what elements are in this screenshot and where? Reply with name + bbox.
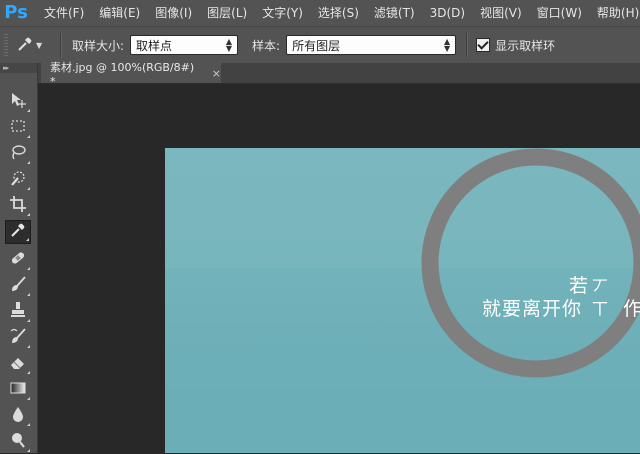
marquee-tool[interactable] [5,116,31,140]
dodge-tool[interactable] [5,430,31,454]
stamp-icon [9,301,27,323]
menu-view[interactable]: 视图(V) [480,0,522,26]
eyedropper-tool[interactable] [5,220,31,244]
bandage-icon [9,249,27,271]
crop-icon [9,195,27,217]
options-bar-grip[interactable] [4,34,8,56]
brush-tool[interactable] [5,274,31,298]
menu-bar: Ps 文件(F) 编辑(E) 图像(I) 图层(L) 文字(Y) 选择(S) 滤… [0,0,640,26]
gradient-tool[interactable] [5,378,31,402]
lasso-tool[interactable] [5,142,31,166]
divider [60,33,62,57]
canvas-text-line2-fragment: 丅 [592,299,609,318]
sample-size-select[interactable]: 取样点 ▲ ▼ [130,35,239,55]
canvas-text-line1-fragment: 丆 [592,277,609,296]
canvas-text-line2-right: 作 [623,298,640,320]
history-brush-tool[interactable] [5,326,31,350]
select-arrows-icon: ▲ ▼ [443,37,451,53]
document-tab-bar: 素材.jpg @ 100%(RGB/8#) * × [38,61,640,88]
healing-brush-tool[interactable] [5,248,31,272]
photoshop-logo: Ps [4,2,28,23]
menu-filter[interactable]: 滤镜(T) [374,0,415,26]
rect-marquee-icon [9,117,27,139]
menu-window[interactable]: 窗口(W) [537,0,582,26]
sample-size-label: 取样大小: [72,38,125,53]
chevron-down-icon: ▼ [36,40,43,50]
menu-help[interactable]: 帮助(H) [597,0,639,26]
quick-select-icon [9,169,27,191]
crop-tool[interactable] [5,194,31,218]
dodge-icon [9,431,27,453]
divider [466,33,469,57]
clone-stamp-tool[interactable] [5,300,31,324]
move-tool[interactable] [5,90,31,114]
quick-select-tool[interactable] [5,168,31,192]
close-icon[interactable]: × [212,67,221,80]
menu-edit[interactable]: 编辑(E) [99,0,140,26]
sample-size-value: 取样点 [136,38,173,53]
lasso-icon [9,143,27,165]
sample-label: 样本: [252,38,281,53]
eyedropper-icon [9,221,27,243]
tools-panel: ▸▸ [0,63,38,453]
document-tab[interactable]: 素材.jpg @ 100%(RGB/8#) * × [41,61,221,88]
canvas-text-line2: 就要离开你 [482,298,583,320]
eraser-icon [9,353,27,375]
sample-value: 所有图层 [292,38,341,53]
menu-type[interactable]: 文字(Y) [262,0,303,26]
menu-layer[interactable]: 图层(L) [207,0,247,26]
show-sampling-ring-label: 显示取样环 [495,38,556,53]
eyedropper-icon [16,35,34,56]
menu-select[interactable]: 选择(S) [318,0,359,26]
options-bar: ▼ 取样大小: 取样点 ▲ ▼ 样本: 所有图层 ▲ ▼ 显示取样环 [0,26,640,63]
menu-image[interactable]: 图像(I) [155,0,192,26]
history-brush-icon [9,327,27,349]
brush-icon [9,275,27,297]
sample-select[interactable]: 所有图层 ▲ ▼ [286,35,457,55]
gradient-icon [9,379,27,401]
tools-panel-collapse[interactable]: ▸▸ [0,63,37,73]
menu-file[interactable]: 文件(F) [44,0,84,26]
drop-icon [9,405,27,427]
select-arrows-icon: ▲ ▼ [225,37,233,53]
document-canvas-image[interactable]: 若 丆 就要离开你 丅 作 [165,148,640,453]
move-icon [9,91,27,113]
tool-preset-picker[interactable]: ▼ [16,32,54,58]
blur-tool[interactable] [5,404,31,428]
menu-3d[interactable]: 3D(D) [430,0,465,26]
eraser-tool[interactable] [5,352,31,376]
show-sampling-ring-checkbox[interactable] [476,38,491,52]
